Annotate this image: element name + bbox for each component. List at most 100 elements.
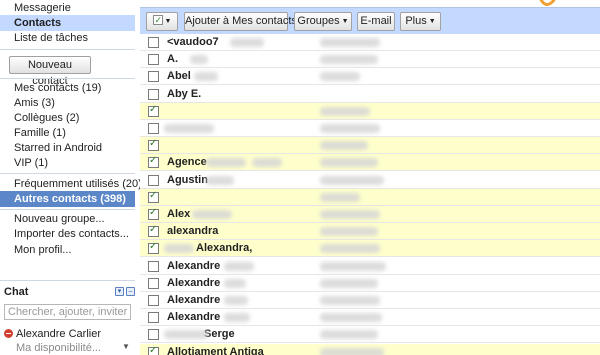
nav-messagerie[interactable]: Messagerie — [0, 0, 135, 16]
row-checkbox[interactable] — [148, 224, 159, 238]
row-checkbox[interactable] — [148, 88, 159, 100]
contact-name[interactable]: Aby E. — [167, 88, 201, 100]
group-colleagues[interactable]: Collègues (2) — [0, 110, 135, 126]
redacted-text — [164, 244, 194, 254]
contact-name[interactable]: Allotjament Antiga — [167, 346, 264, 355]
chevron-down-icon[interactable]: ▼ — [122, 342, 130, 351]
contact-name[interactable]: <vaudoo7 — [167, 36, 219, 48]
contact-row[interactable]: Alexandre — [140, 292, 600, 309]
group-starred-android[interactable]: Starred in Android — [0, 140, 135, 156]
contact-row[interactable]: Agustin — [140, 171, 600, 189]
nav-contacts[interactable]: Contacts — [0, 15, 135, 31]
row-checkbox[interactable] — [148, 37, 159, 48]
chevron-down-icon: ▼ — [428, 18, 436, 25]
chat-user[interactable]: Alexandre Carlier — [4, 327, 135, 341]
row-checkbox[interactable] — [148, 54, 159, 66]
redacted-text — [320, 106, 370, 116]
contact-name[interactable]: Alexandre — [167, 294, 220, 306]
contact-row[interactable]: Serge — [140, 326, 600, 344]
select-all-dropdown[interactable]: ▼ — [146, 12, 178, 31]
contact-name[interactable]: Alexandre — [167, 260, 220, 272]
group-family[interactable]: Famille (1) — [0, 125, 135, 141]
contact-row[interactable]: Alexandre — [140, 309, 600, 327]
row-checkbox[interactable] — [148, 71, 159, 83]
contact-name[interactable]: Alexandre — [167, 277, 220, 289]
contact-row[interactable]: alexandra — [140, 223, 600, 241]
more-dropdown[interactable]: Plus ▼ — [400, 12, 441, 31]
availability-status[interactable]: Ma disponibilité... — [16, 342, 101, 354]
contact-row[interactable]: Allotjament Antiga — [140, 343, 600, 355]
row-checkbox[interactable] — [148, 312, 159, 324]
redacted-text — [320, 227, 378, 237]
contact-row[interactable] — [140, 188, 600, 206]
redacted-text — [320, 38, 380, 47]
divider — [0, 78, 135, 79]
contact-row[interactable]: <vaudoo7 — [140, 34, 600, 51]
row-checkbox[interactable] — [148, 345, 159, 355]
redacted-text — [194, 72, 218, 82]
import-contacts-link[interactable]: Importer des contacts... — [0, 226, 135, 242]
row-checkbox[interactable] — [148, 260, 159, 272]
chat-minimize-icon[interactable]: – — [126, 287, 135, 296]
contact-name[interactable]: A. — [167, 53, 178, 65]
other-contacts-link[interactable]: Autres contacts (398) — [0, 191, 135, 207]
new-group-link[interactable]: Nouveau groupe... — [0, 211, 135, 227]
row-checkbox[interactable] — [148, 138, 159, 152]
redacted-text — [224, 261, 254, 271]
row-checkbox[interactable] — [148, 241, 159, 255]
contact-row[interactable] — [140, 120, 600, 137]
chat-search-input[interactable] — [4, 304, 131, 320]
redacted-text — [192, 210, 232, 219]
redacted-text — [320, 192, 360, 202]
contact-row[interactable]: A. — [140, 51, 600, 69]
contact-row[interactable]: Agence — [140, 154, 600, 172]
contact-name[interactable]: Agence — [167, 156, 207, 168]
row-checkbox[interactable] — [148, 329, 159, 341]
new-contact-button[interactable]: Nouveau contact — [9, 56, 91, 87]
contact-name[interactable]: Abel — [167, 70, 191, 82]
contact-name[interactable]: Agustin — [167, 174, 208, 186]
contact-name[interactable]: alexandra — [167, 225, 218, 237]
redacted-text — [320, 278, 378, 288]
groups-dropdown[interactable]: Groupes ▼ — [294, 12, 352, 31]
row-checkbox[interactable] — [148, 174, 159, 186]
redacted-text — [320, 158, 378, 168]
contact-name[interactable]: Serge — [204, 328, 235, 340]
contact-row[interactable]: Alexandre — [140, 274, 600, 292]
redacted-text — [190, 55, 208, 65]
row-checkbox[interactable] — [148, 295, 159, 306]
redacted-text — [164, 330, 208, 340]
chat-options-icon[interactable]: ▾ — [115, 287, 124, 296]
contact-row[interactable]: Alex — [140, 206, 600, 223]
row-checkbox[interactable] — [148, 155, 159, 169]
group-my-contacts[interactable]: Mes contacts (19) — [0, 80, 135, 96]
group-vip[interactable]: VIP (1) — [0, 155, 135, 171]
row-checkbox[interactable] — [148, 190, 159, 203]
groups-label: Groupes — [297, 15, 340, 27]
add-to-my-contacts-button[interactable]: Ajouter à Mes contacts — [184, 12, 297, 31]
contact-name[interactable]: Alex — [167, 208, 190, 220]
group-friends[interactable]: Amis (3) — [0, 95, 135, 111]
divider — [0, 173, 135, 174]
contact-row[interactable] — [140, 137, 600, 155]
contact-row[interactable] — [140, 102, 600, 120]
row-checkbox[interactable] — [148, 123, 159, 134]
my-profile-link[interactable]: Mon profil... — [0, 242, 135, 258]
more-label: Plus — [405, 15, 427, 27]
redacted-text — [320, 55, 378, 65]
frequently-used-link[interactable]: Fréquemment utilisés (20) — [0, 176, 142, 192]
chevron-down-icon: ▼ — [341, 18, 349, 25]
nav-tasks[interactable]: Liste de tâches — [0, 30, 135, 46]
redacted-text — [224, 296, 248, 305]
row-checkbox[interactable] — [148, 104, 159, 117]
contact-name[interactable]: Alexandre — [167, 311, 220, 323]
email-button[interactable]: E-mail — [357, 12, 395, 31]
contact-row[interactable]: Alexandre — [140, 257, 600, 275]
contact-row[interactable]: Aby E. — [140, 85, 600, 103]
contact-name[interactable]: Alexandra, — [196, 242, 252, 254]
row-checkbox[interactable] — [148, 207, 159, 220]
chat-user-name: Alexandre Carlier — [16, 328, 101, 340]
row-checkbox[interactable] — [148, 277, 159, 289]
contact-row[interactable]: Alexandra, — [140, 240, 600, 258]
contact-row[interactable]: Abel — [140, 68, 600, 86]
